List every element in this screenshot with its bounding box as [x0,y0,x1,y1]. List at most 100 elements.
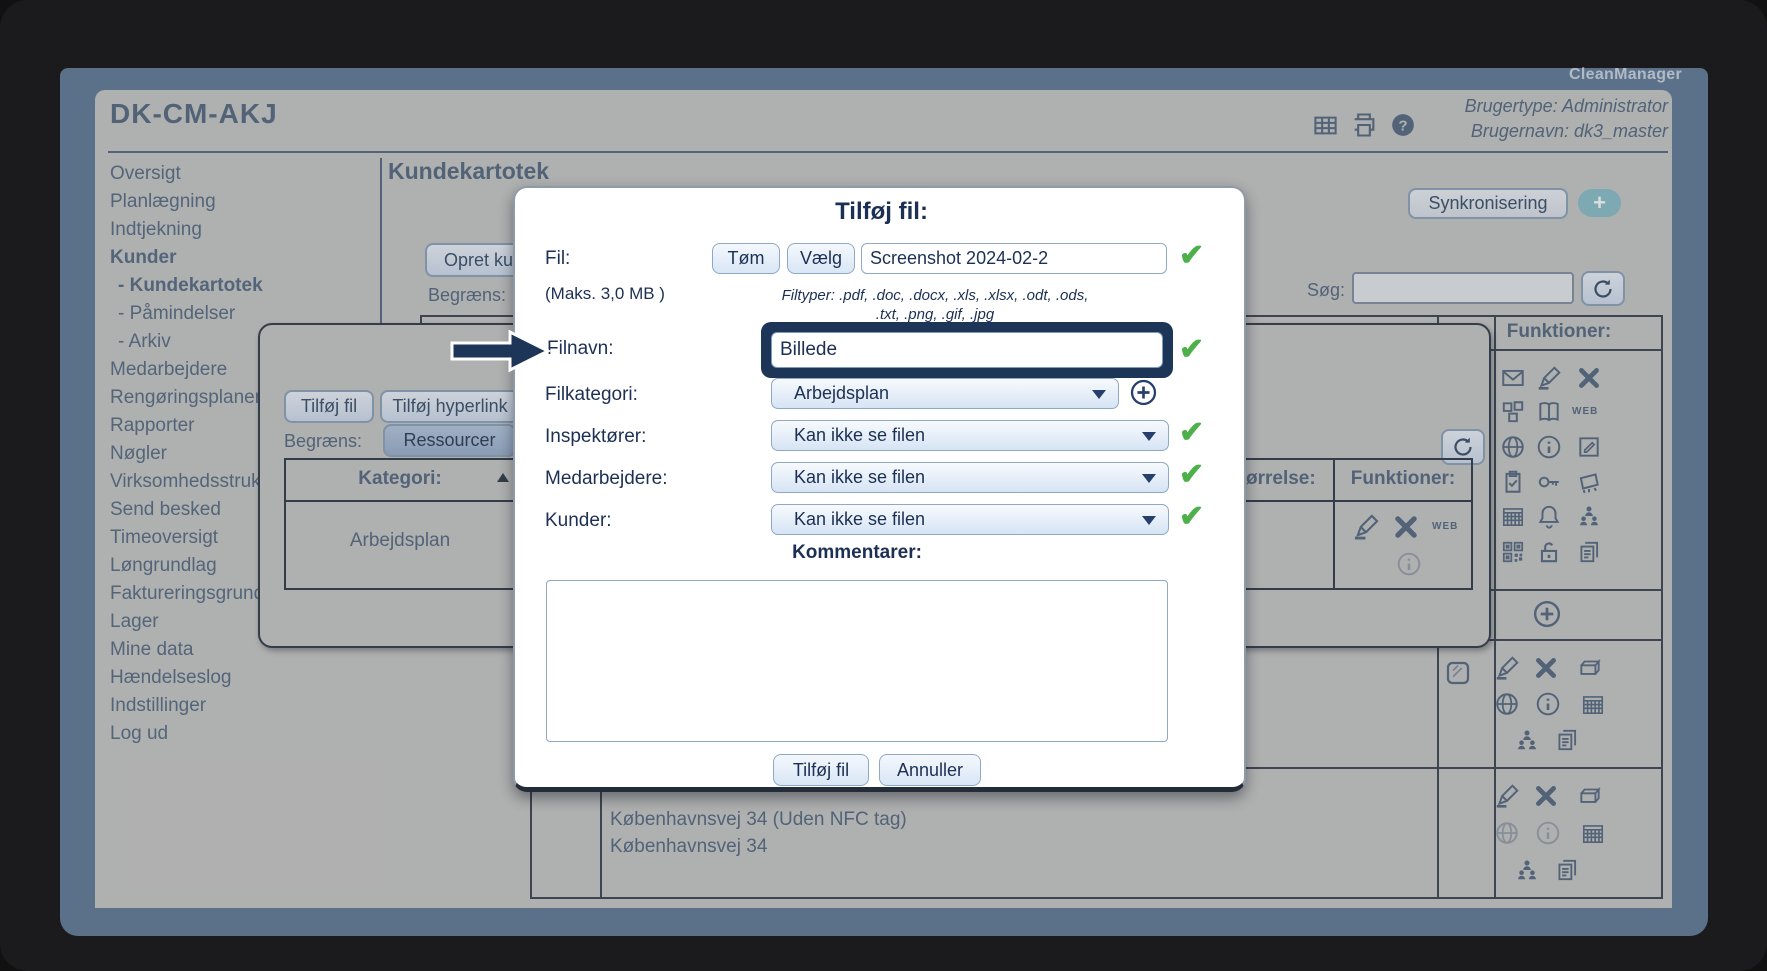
web-link-label[interactable]: WEB [1572,406,1598,417]
filecategory-label: Filkategori: [545,384,638,405]
sidebar-item-rapporter[interactable]: Rapporter [110,415,195,437]
brand-logo: CleanManager [1569,66,1682,83]
filetypes-note: Filtyper: .pdf, .doc, .docx, .xls, .xlsx… [715,286,1155,324]
clipboard-icon[interactable] [1500,469,1526,495]
printer-icon[interactable] [1350,111,1378,139]
lock-icon[interactable] [1536,539,1562,565]
checkmark-icon: ✔ [1179,458,1205,491]
sidebar-item-lager[interactable]: Lager [110,611,159,633]
delete-x-icon[interactable] [1533,655,1559,681]
bell-icon[interactable] [1536,503,1562,529]
choose-file-button[interactable]: Vælg [787,243,855,274]
sidebar-item-loengrundlag[interactable]: Løngrundlag [110,555,217,577]
search-refresh-button[interactable] [1581,271,1625,306]
sidebar-item-arkiv[interactable]: - Arkiv [118,331,171,353]
add-file-modal: Tilføj fil: Fil: Tøm Vælg Screenshot 202… [450,186,1246,792]
app-frame: CleanManager DK-CM-AKJ Brugertype: Admin… [0,0,1767,971]
people-icon[interactable] [1514,727,1540,753]
sidebar-item-mine-data[interactable]: Mine data [110,639,193,661]
box-icon[interactable] [1577,655,1603,681]
sidebar-item-indstillinger[interactable]: Indstillinger [110,695,206,717]
sidebar-item-timeoversigt[interactable]: Timeoversigt [110,527,218,549]
inspectors-dropdown[interactable]: Kan ikke se filen [771,420,1169,451]
sidebar-item-noegler[interactable]: Nøgler [110,443,167,465]
calendar-grid-icon[interactable] [1500,503,1526,529]
key-icon[interactable] [1536,469,1562,495]
delete-x-icon[interactable] [1392,513,1420,541]
sidebar-item-paamindelser[interactable]: - Påmindelser [118,303,235,325]
grid-icon[interactable] [1312,112,1339,139]
highlighter-icon[interactable] [1494,783,1520,809]
clear-file-button[interactable]: Tøm [712,243,780,274]
cancel-button[interactable]: Annuller [879,754,981,786]
table-border [1494,315,1496,899]
chevron-down-icon [1092,389,1106,399]
documents-icon[interactable] [1576,539,1602,565]
chevron-down-icon [1142,473,1156,483]
sidebar-item-log-ud[interactable]: Log ud [110,723,168,745]
info-icon[interactable] [1536,434,1562,460]
sidebar-item-indtjekning[interactable]: Indtjekning [110,219,202,241]
customers-value: Kan ikke se filen [794,509,926,529]
documents-icon[interactable] [1554,727,1580,753]
category-column-header[interactable]: Kategori: [286,468,514,490]
dialog-add-hyperlink-button[interactable]: Tilføj hyperlink [380,390,520,423]
file-name-display[interactable]: Screenshot 2024-02-2 [861,243,1167,274]
highlighter-icon[interactable] [1494,655,1520,681]
filecategory-value: Arbejdsplan [794,383,890,403]
map-icon[interactable] [1576,469,1602,495]
sidebar-item-haendelseslog[interactable]: Hændelseslog [110,667,231,689]
delete-x-icon[interactable] [1576,365,1602,391]
inspectors-value: Kan ikke se filen [794,425,926,445]
edit-note-icon[interactable] [1576,434,1602,460]
sidebar-item-send-besked[interactable]: Send besked [110,499,221,521]
calendar-grid-icon[interactable] [1580,820,1606,846]
globe-icon[interactable] [1494,691,1520,717]
dialog-functions-header: Funktioner: [1350,468,1456,489]
address-line1: Københavnsvej 34 (Uden NFC tag) [610,809,907,830]
cubes-icon[interactable] [1500,399,1526,425]
documents-icon[interactable] [1554,857,1580,883]
comments-textarea[interactable] [546,580,1168,742]
highlighter-icon[interactable] [1352,513,1380,541]
people-icon[interactable] [1576,503,1602,529]
globe-icon[interactable] [1500,434,1526,460]
sidebar-item-kundekartotek[interactable]: - Kundekartotek [118,275,263,297]
filetypes-line1: Filtyper: .pdf, .doc, .docx, .xls, .xlsx… [781,287,1089,304]
dialog-add-file-button[interactable]: Tilføj fil [284,390,374,423]
add-category-icon[interactable] [1129,378,1158,407]
calendar-grid-icon[interactable] [1580,691,1606,717]
highlighter-icon[interactable] [1536,365,1562,391]
info-icon[interactable] [1535,691,1561,717]
filecategory-dropdown[interactable]: Arbejdsplan [771,378,1119,409]
add-button[interactable]: + [1578,189,1621,217]
box-icon[interactable] [1577,783,1603,809]
section-title: Kundekartotek [388,158,550,184]
customers-dropdown[interactable]: Kan ikke se filen [771,504,1169,535]
sync-button[interactable]: Synkronisering [1408,188,1568,219]
image-square-icon[interactable] [1443,658,1473,688]
help-icon[interactable] [1390,112,1416,138]
dialog-table-border [1471,458,1473,590]
search-input[interactable] [1352,272,1574,304]
page-title: DK-CM-AKJ [110,98,278,129]
sidebar-item-planlaegning[interactable]: Planlægning [110,191,216,213]
web-link-label[interactable]: WEB [1432,521,1458,532]
sidebar-item-virksomhedsstruktur[interactable]: Virksomhedsstruktur [110,471,283,493]
delete-x-icon[interactable] [1533,783,1559,809]
customer-address: Københavnsvej 34 (Uden NFC tag) Københav… [610,806,907,860]
people-icon[interactable] [1514,857,1540,883]
submit-add-file-button[interactable]: Tilføj fil [773,754,869,786]
sidebar-item-rengoeringsplaner[interactable]: Rengøringsplaner [110,387,261,409]
envelope-icon[interactable] [1500,365,1526,391]
plus-circle-icon[interactable] [1532,599,1562,629]
filename-input[interactable]: Billede [771,332,1163,368]
sidebar-item-medarbejdere[interactable]: Medarbejdere [110,359,227,381]
qr-icon[interactable] [1500,539,1526,565]
dialog-resources-button[interactable]: Ressourcer [383,424,516,457]
employees-dropdown[interactable]: Kan ikke se filen [771,462,1169,493]
book-icon[interactable] [1536,399,1562,425]
sidebar-item-kunder[interactable]: Kunder [110,247,177,269]
sidebar-item-oversigt[interactable]: Oversigt [110,163,181,185]
chevron-down-icon [1142,515,1156,525]
